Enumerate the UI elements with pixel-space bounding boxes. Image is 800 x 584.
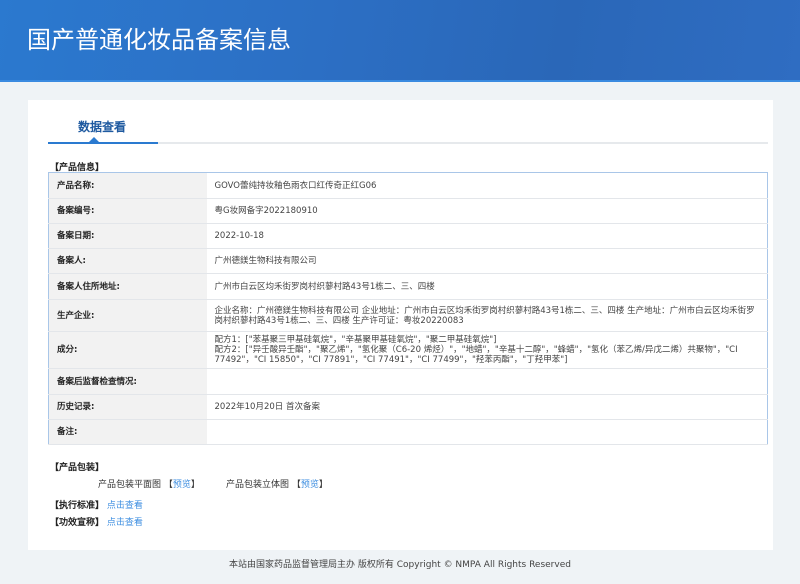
row-value: 2022年10月20日 首次备案 [206, 394, 768, 420]
page-title: 国产普通化妆品备案信息 [27, 26, 291, 54]
page-header: 国产普通化妆品备案信息 [0, 0, 800, 82]
table-row: 成分: 配方1：["苯基聚三甲基硅氧烷"，"辛基聚甲基硅氧烷"，"聚二甲基硅氧烷"… [48, 331, 768, 369]
table-row: 备注: [48, 419, 768, 445]
packaging-heading: 【产品包装】 [50, 463, 105, 473]
solid-preview-link[interactable]: 预览 [301, 480, 319, 490]
footer: 本站由国家药品监督管理局主办 版权所有 Copyright © NMPA All… [229, 560, 571, 570]
tab-arrow-icon [89, 137, 99, 142]
row-value [206, 368, 768, 395]
row-value: 广州德鎂生物科技有限公司 [206, 248, 768, 274]
row-label: 生产企业: [48, 299, 207, 332]
product-info-table: 产品名称: GOVO蕾纯持妆釉色雨衣口红传奇正红G06 备案编号: 粤G妆网备字202… [48, 172, 768, 445]
standard-view-link[interactable]: 点击查看 [107, 501, 143, 511]
table-row: 备案人住所地址: 广州市白云区均禾街罗岗村织蓼村路43号1栋二、三、四楼 [48, 273, 768, 300]
content-card: 数据查看 【产品信息】 产品名称: GOVO蕾纯持妆釉色雨衣口红传奇正红G06 备案… [28, 100, 773, 550]
row-value: 配方1：["苯基聚三甲基硅氧烷"，"辛基聚甲基硅氧烷"，"聚二甲基硅氧烷"] 配… [206, 331, 768, 369]
row-label: 备案人住所地址: [48, 273, 207, 300]
row-label: 历史记录: [48, 394, 207, 420]
row-label: 成分: [48, 331, 207, 369]
table-row: 历史记录: 2022年10月20日 首次备案 [48, 394, 768, 420]
row-label: 备注: [48, 419, 207, 445]
row-value: 粤G妆网备字2022180910 [206, 198, 768, 224]
table-row: 生产企业: 企业名称：广州德鎂生物科技有限公司 企业地址：广州市白云区均禾街罗岗村… [48, 299, 768, 332]
efficacy-row: 【功效宣称】 点击查看 [50, 518, 143, 528]
row-label: 备案后监督检查情况: [48, 368, 207, 395]
packaging-flat: 产品包装平面图 【预览】 [98, 480, 200, 490]
row-label: 备案人: [48, 248, 207, 274]
row-value: GOVO蕾纯持妆釉色雨衣口红传奇正红G06 [206, 172, 768, 199]
row-label: 备案日期: [48, 223, 207, 249]
table-row: 备案后监督检查情况: [48, 368, 768, 395]
table-row: 备案编号: 粤G妆网备字2022180910 [48, 198, 768, 224]
table-row: 产品名称: GOVO蕾纯持妆釉色雨衣口红传奇正红G06 [48, 172, 768, 199]
packaging-solid: 产品包装立体图 【预览】 [226, 480, 328, 490]
flat-preview-link[interactable]: 预览 [173, 480, 191, 490]
row-label: 备案编号: [48, 198, 207, 224]
table-row: 备案人: 广州德鎂生物科技有限公司 [48, 248, 768, 274]
table-row: 备案日期: 2022-10-18 [48, 223, 768, 249]
standard-row: 【执行标准】 点击查看 [50, 501, 143, 511]
row-label: 产品名称: [48, 172, 207, 199]
row-value: 广州市白云区均禾街罗岗村织蓼村路43号1栋二、三、四楼 [206, 273, 768, 300]
efficacy-view-link[interactable]: 点击查看 [107, 518, 143, 528]
row-value [206, 419, 768, 445]
row-value: 2022-10-18 [206, 223, 768, 249]
tab-active-indicator [48, 142, 158, 144]
row-value: 企业名称：广州德鎂生物科技有限公司 企业地址：广州市白云区均禾街罗岗村织蓼村路4… [206, 299, 768, 332]
tab-data-view[interactable]: 数据查看 [78, 118, 126, 135]
